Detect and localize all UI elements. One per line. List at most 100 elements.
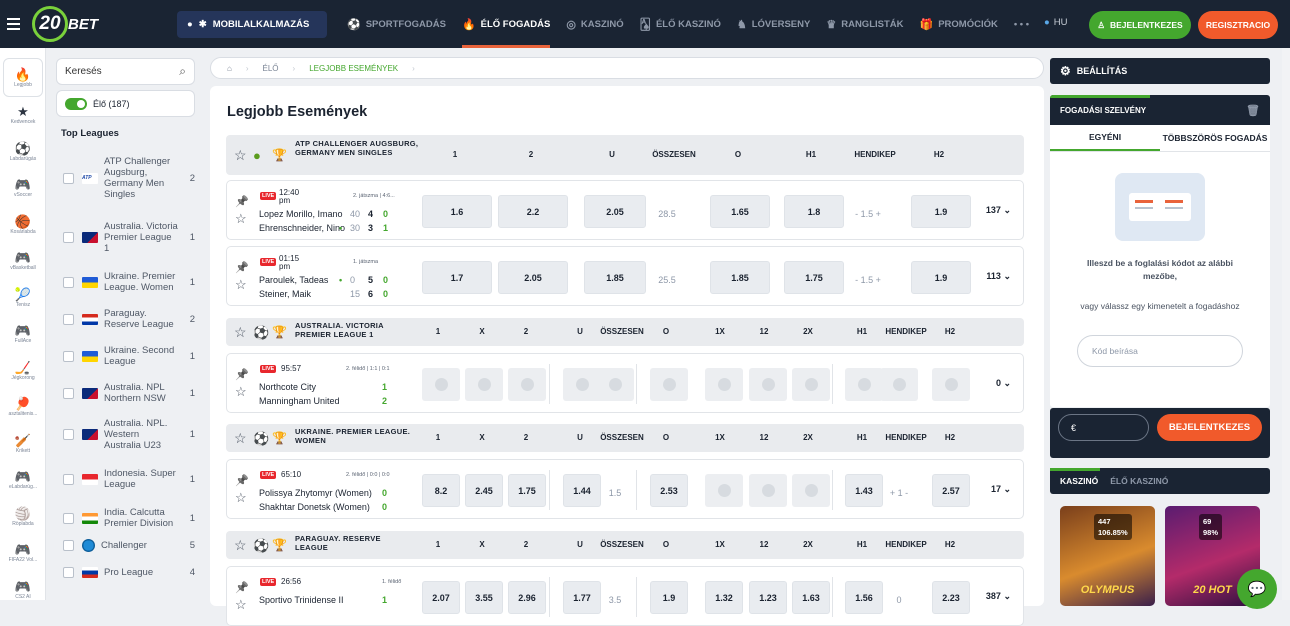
odds-button[interactable]: 1.8	[784, 195, 844, 228]
match-row[interactable]: 📌 ☆ LIVE 26:56 1. félidő Sportivo Trinidense …	[226, 566, 1024, 626]
breadcrumb-live[interactable]: ÉLŐ	[263, 64, 279, 73]
odds-button[interactable]: 1.44	[563, 474, 601, 507]
odds-button[interactable]: 2.57	[932, 474, 970, 507]
sport-item-fullace[interactable]: 🎮 FullAce	[3, 316, 43, 353]
more-markets[interactable]: 137 ⌄	[986, 205, 1011, 216]
nav-sportsbook[interactable]: ⚽ SPORTFOGADÁS	[339, 0, 454, 48]
odds-button[interactable]: 2.05	[498, 261, 568, 294]
pin-icon[interactable]: 📌	[235, 261, 249, 274]
league-checkbox[interactable]	[63, 387, 74, 399]
odds-button[interactable]: 8.2	[422, 474, 460, 507]
league-checkbox[interactable]	[63, 512, 74, 524]
more-markets[interactable]: 17 ⌄	[991, 484, 1011, 495]
league-checkbox[interactable]	[63, 566, 74, 578]
league-checkbox[interactable]	[63, 473, 74, 485]
odds-button[interactable]: 1.63	[792, 581, 830, 614]
odds-button[interactable]: 1.43	[845, 474, 883, 507]
pin-icon[interactable]: 📌	[235, 581, 249, 594]
league-item[interactable]: India. Calcutta Premier Division 1	[63, 503, 203, 533]
menu-icon[interactable]	[0, 18, 32, 30]
more-markets[interactable]: 0 ⌄	[996, 378, 1011, 389]
odds-button[interactable]: 1.75	[508, 474, 546, 507]
odds-button[interactable]: 3.55	[465, 581, 503, 614]
trash-icon[interactable]: 🗑	[1246, 104, 1260, 117]
sport-item-labdar-g-s[interactable]: ⚽ Labdarúgás	[3, 134, 43, 171]
live-toggle[interactable]: Élő (187)	[56, 90, 195, 117]
tab-live-casino[interactable]: ÉLŐ KASZINÓ	[1110, 476, 1168, 486]
match-row[interactable]: 📌 ☆ LIVE 65:10 2. félidő | 0:0 | 0:0 Polissya…	[226, 459, 1024, 519]
favorite-star-icon[interactable]: ☆	[234, 430, 247, 447]
favorite-star-icon[interactable]: ☆	[235, 277, 247, 293]
odds-button[interactable]: 1.23	[749, 581, 787, 614]
league-checkbox[interactable]	[63, 428, 74, 440]
sport-item-krikett[interactable]: 🏏 Krikett	[3, 426, 43, 463]
register-button[interactable]: REGISZTRACIO	[1198, 11, 1278, 39]
booking-code-input[interactable]: Kód beírása	[1077, 335, 1243, 367]
league-item[interactable]: ATP ATP Challenger Augsburg, Germany Men …	[63, 156, 203, 200]
league-checkbox[interactable]	[63, 313, 74, 325]
league-item[interactable]: Indonesia. Super League 1	[63, 464, 203, 494]
logo[interactable]: 20 BET	[32, 6, 98, 42]
league-item[interactable]: Australia. Victoria Premier League 1 1	[63, 217, 203, 257]
pin-icon[interactable]: 📌	[235, 474, 249, 487]
toggle-switch[interactable]	[65, 97, 87, 110]
league-item[interactable]: Ukraine. Second League 1	[63, 341, 203, 371]
favorite-star-icon[interactable]: ☆	[234, 324, 247, 341]
nav-promotions[interactable]: 🎁 PROMÓCIÓK	[912, 0, 1006, 48]
chat-icon[interactable]: 💬	[1237, 569, 1277, 609]
league-checkbox[interactable]	[63, 172, 74, 184]
odds-button[interactable]: 2.96	[508, 581, 546, 614]
favorite-star-icon[interactable]: ☆	[235, 384, 247, 400]
language-selector[interactable]: ● HU	[1044, 17, 1067, 28]
nav-live-betting[interactable]: 🔥 ÉLŐ FOGADÁS	[454, 0, 558, 48]
league-item[interactable]: Paraguay. Reserve League 2	[63, 304, 203, 334]
odds-button[interactable]: 2.45	[465, 474, 503, 507]
nav-live-casino[interactable]: 🂡 ÉLŐ KASZINÓ	[632, 0, 729, 48]
favorite-star-icon[interactable]: ☆	[234, 537, 247, 554]
favorite-star-icon[interactable]: ☆	[234, 147, 247, 164]
sport-item-r-plabda[interactable]: 🏐 Röplabda	[3, 499, 43, 536]
odds-button[interactable]: 2.07	[422, 581, 460, 614]
sport-item-legjobb[interactable]: 🔥 Legjobb	[3, 58, 43, 97]
pin-icon[interactable]: 📌	[235, 195, 249, 208]
odds-button[interactable]: 1.32	[705, 581, 743, 614]
odds-button[interactable]: 1.75	[784, 261, 844, 294]
stake-input[interactable]: €	[1058, 414, 1149, 441]
mobile-app-button[interactable]: ● ✱ MOBILALKALMAZÁS	[177, 11, 327, 38]
match-row[interactable]: 📌 ☆ LIVE 95:57 2. félidő | 1:1 | 0:1 Northcot…	[226, 353, 1024, 413]
league-item[interactable]: Australia. NPL. Western Australia U23 1	[63, 414, 203, 454]
pin-icon[interactable]: 📌	[235, 368, 249, 381]
odds-button[interactable]: 1.56	[845, 581, 883, 614]
home-icon[interactable]: ⌂	[227, 64, 232, 73]
sport-item-tenisz[interactable]: 🎾 Tenisz	[3, 280, 43, 317]
sport-item-kos-rlabda[interactable]: 🏀 Kosárlabda	[3, 207, 43, 244]
sport-item-vbasketball[interactable]: 🎮 vBasketball	[3, 243, 43, 280]
favorite-star-icon[interactable]: ☆	[235, 490, 247, 506]
league-checkbox[interactable]	[63, 231, 74, 243]
settings-bar[interactable]: ⚙ BEÁLLÍTÁS	[1050, 58, 1270, 84]
league-checkbox[interactable]	[63, 276, 74, 288]
nav-casino[interactable]: ◎ KASZINÓ	[558, 0, 631, 48]
odds-button[interactable]: 1.6	[422, 195, 492, 228]
odds-button[interactable]: 2.05	[584, 195, 646, 228]
odds-button[interactable]: 1.9	[911, 261, 971, 294]
odds-button[interactable]: 1.85	[584, 261, 646, 294]
sport-item-kedvencek[interactable]: ★ Kedvencek	[3, 97, 43, 134]
search-input[interactable]: Keresés ⌕	[56, 58, 195, 85]
odds-button[interactable]: 1.65	[710, 195, 770, 228]
slip-login-button[interactable]: BEJELENTKEZES	[1157, 414, 1262, 441]
tab-casino[interactable]: KASZINÓ	[1060, 476, 1098, 486]
odds-button[interactable]: 1.7	[422, 261, 492, 294]
league-item[interactable]: Pro League 4	[63, 565, 203, 579]
odds-button[interactable]: 1.85	[710, 261, 770, 294]
favorite-star-icon[interactable]: ☆	[235, 211, 247, 227]
match-row[interactable]: 📌 ☆ LIVE 01:15 pm 1. játszma Paroulek, Tadeas…	[226, 246, 1024, 306]
nav-more[interactable]: • • •	[1006, 0, 1037, 48]
login-button[interactable]: ♙ BEJELENTKEZES	[1089, 11, 1191, 39]
league-checkbox[interactable]	[63, 539, 74, 551]
sport-item-j-gkorong[interactable]: 🏒 Jégkorong	[3, 353, 43, 390]
odds-button[interactable]: 1.9	[911, 195, 971, 228]
sport-item-elabdar-g-[interactable]: 🎮 eLabdarúg...	[3, 462, 43, 499]
odds-button[interactable]: 1.9	[650, 581, 688, 614]
odds-button[interactable]: 2.2	[498, 195, 568, 228]
